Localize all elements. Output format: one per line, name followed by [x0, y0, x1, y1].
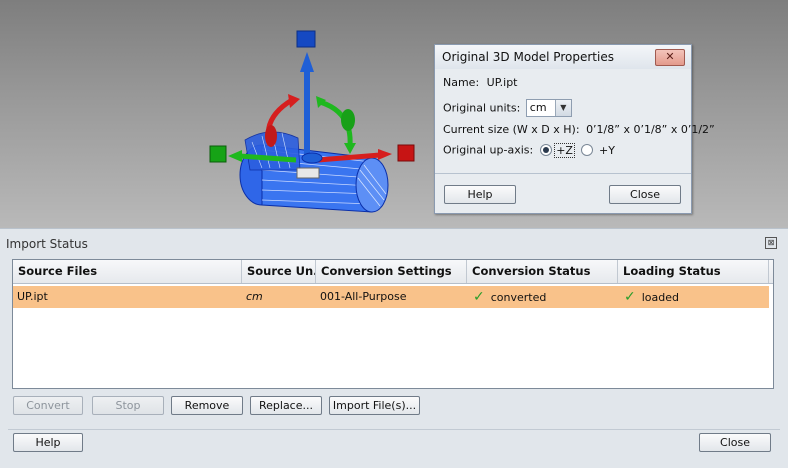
- stop-button[interactable]: Stop: [92, 396, 164, 415]
- name-label: Name:: [443, 76, 480, 89]
- replace-button[interactable]: Replace...: [250, 396, 322, 415]
- dialog-help-button[interactable]: Help: [444, 185, 516, 204]
- cell-source-units: cm: [246, 290, 263, 303]
- size-label: Current size (W x D x H):: [443, 123, 580, 136]
- upaxis-option-y-label[interactable]: +Y: [599, 144, 615, 157]
- dialog-close-button[interactable]: Close: [609, 185, 681, 204]
- upaxis-radio-z[interactable]: [539, 144, 552, 156]
- upaxis-row: Original up-axis: +Z +Y: [443, 142, 615, 158]
- name-value: UP.ipt: [486, 76, 518, 89]
- units-dropdown[interactable]: cm ▼: [525, 99, 572, 117]
- column-header-loading-status[interactable]: Loading Status: [618, 260, 769, 283]
- 3d-viewport[interactable]: Original 3D Model Properties ✕ Name: UP.…: [0, 0, 788, 228]
- upaxis-label: Original up-axis:: [443, 143, 534, 157]
- dialog-title: Original 3D Model Properties: [442, 50, 614, 64]
- dropdown-arrow-icon[interactable]: ▼: [554, 100, 571, 116]
- import-files-table[interactable]: Source Files Source Un... Conversion Set…: [12, 259, 774, 389]
- column-header-source-units[interactable]: Source Un...: [242, 260, 316, 283]
- close-button[interactable]: Close: [699, 433, 771, 452]
- cell-conversion-settings: 001-All-Purpose: [320, 290, 407, 303]
- upaxis-radio-y[interactable]: [581, 144, 594, 156]
- close-icon[interactable]: ✕: [655, 49, 685, 66]
- cell-source-file: UP.ipt: [17, 290, 48, 303]
- gizmo-axis-z-icon[interactable]: [296, 30, 316, 158]
- size-value: 0’1/8” x 0’1/8” x 0’1/2”: [586, 123, 715, 136]
- check-icon: ✓: [473, 289, 485, 305]
- dialog-divider: [435, 173, 691, 174]
- size-row: Current size (W x D x H): 0’1/8” x 0’1/8…: [443, 123, 715, 136]
- column-header-source-files[interactable]: Source Files: [13, 260, 242, 283]
- column-header-conversion-settings[interactable]: Conversion Settings: [316, 260, 467, 283]
- upaxis-option-z-label[interactable]: +Z: [554, 142, 575, 158]
- model-properties-dialog[interactable]: Original 3D Model Properties ✕ Name: UP.…: [434, 44, 715, 214]
- units-row: Original units: cm ▼: [443, 99, 572, 117]
- column-header-conversion-status[interactable]: Conversion Status: [467, 260, 618, 283]
- close-icon[interactable]: ⊠: [765, 237, 777, 249]
- name-row: Name: UP.ipt: [443, 76, 518, 89]
- convert-button[interactable]: Convert: [13, 396, 83, 415]
- panel-divider: [8, 429, 780, 430]
- cell-conversion-status: ✓ converted: [473, 286, 546, 308]
- panel-title: Import Status: [6, 237, 88, 251]
- table-header: Source Files Source Un... Conversion Set…: [13, 260, 773, 284]
- units-label: Original units:: [443, 101, 521, 115]
- import-status-panel[interactable]: Import Status ⊠ Source Files Source Un..…: [0, 228, 788, 468]
- table-row[interactable]: UP.ipt cm 001-All-Purpose ✓ converted ✓ lo…: [13, 286, 769, 308]
- dialog-titlebar[interactable]: Original 3D Model Properties ✕: [435, 45, 691, 69]
- remove-button[interactable]: Remove: [171, 396, 243, 415]
- units-dropdown-value: cm: [529, 101, 547, 114]
- check-icon: ✓: [624, 289, 636, 305]
- import-files-button[interactable]: Import File(s)...: [329, 396, 420, 415]
- cell-loading-status: ✓ loaded: [624, 286, 679, 308]
- help-button[interactable]: Help: [13, 433, 83, 452]
- loading-status-text: loaded: [641, 291, 679, 304]
- conversion-status-text: converted: [490, 291, 547, 304]
